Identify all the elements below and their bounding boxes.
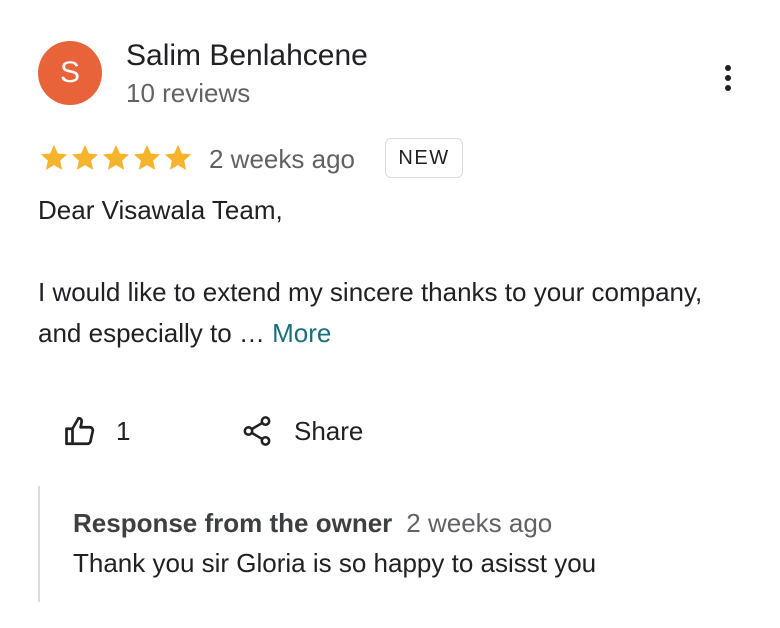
share-icon bbox=[243, 416, 271, 446]
more-vert-icon bbox=[725, 65, 731, 91]
more-link[interactable]: More bbox=[272, 318, 331, 348]
star-icon bbox=[133, 144, 161, 170]
share-label: Share bbox=[294, 415, 364, 446]
like-count: 1 bbox=[116, 415, 131, 446]
new-badge: NEW bbox=[385, 138, 463, 178]
review-text-line: Dear Visawala Team, bbox=[38, 195, 283, 225]
review-text-excerpt: I would like to extend my sincere thanks… bbox=[38, 277, 703, 348]
like-button[interactable]: 1 bbox=[62, 411, 130, 451]
thumb-up-icon bbox=[65, 416, 95, 446]
star-icon bbox=[102, 144, 130, 170]
star-icon bbox=[71, 144, 99, 170]
author-name[interactable]: Salim Benlahcene bbox=[126, 38, 368, 74]
avatar-initial: S bbox=[59, 56, 80, 89]
review-text-line: I would like to extend my sincere thanks… bbox=[38, 272, 738, 354]
author-reviews-count[interactable]: 10 reviews bbox=[126, 77, 250, 109]
review-date: 2 weeks ago bbox=[209, 144, 355, 174]
avatar[interactable]: S bbox=[38, 41, 102, 105]
share-button[interactable]: Share bbox=[240, 411, 363, 451]
owner-response-text: Thank you sir Gloria is so happy to asis… bbox=[73, 548, 597, 578]
owner-response: Response from the owner 2 weeks ago Thank… bbox=[38, 486, 740, 602]
star-icon bbox=[164, 144, 192, 170]
owner-response-date: 2 weeks ago bbox=[406, 508, 553, 538]
more-options-button[interactable] bbox=[712, 62, 744, 94]
star-rating bbox=[38, 142, 193, 174]
owner-response-title: Response from the owner bbox=[73, 508, 393, 538]
review-text: Dear Visawala Team, I would like to exte… bbox=[38, 190, 738, 354]
star-icon bbox=[40, 144, 68, 170]
owner-response-header: Response from the owner 2 weeks ago bbox=[73, 506, 552, 540]
